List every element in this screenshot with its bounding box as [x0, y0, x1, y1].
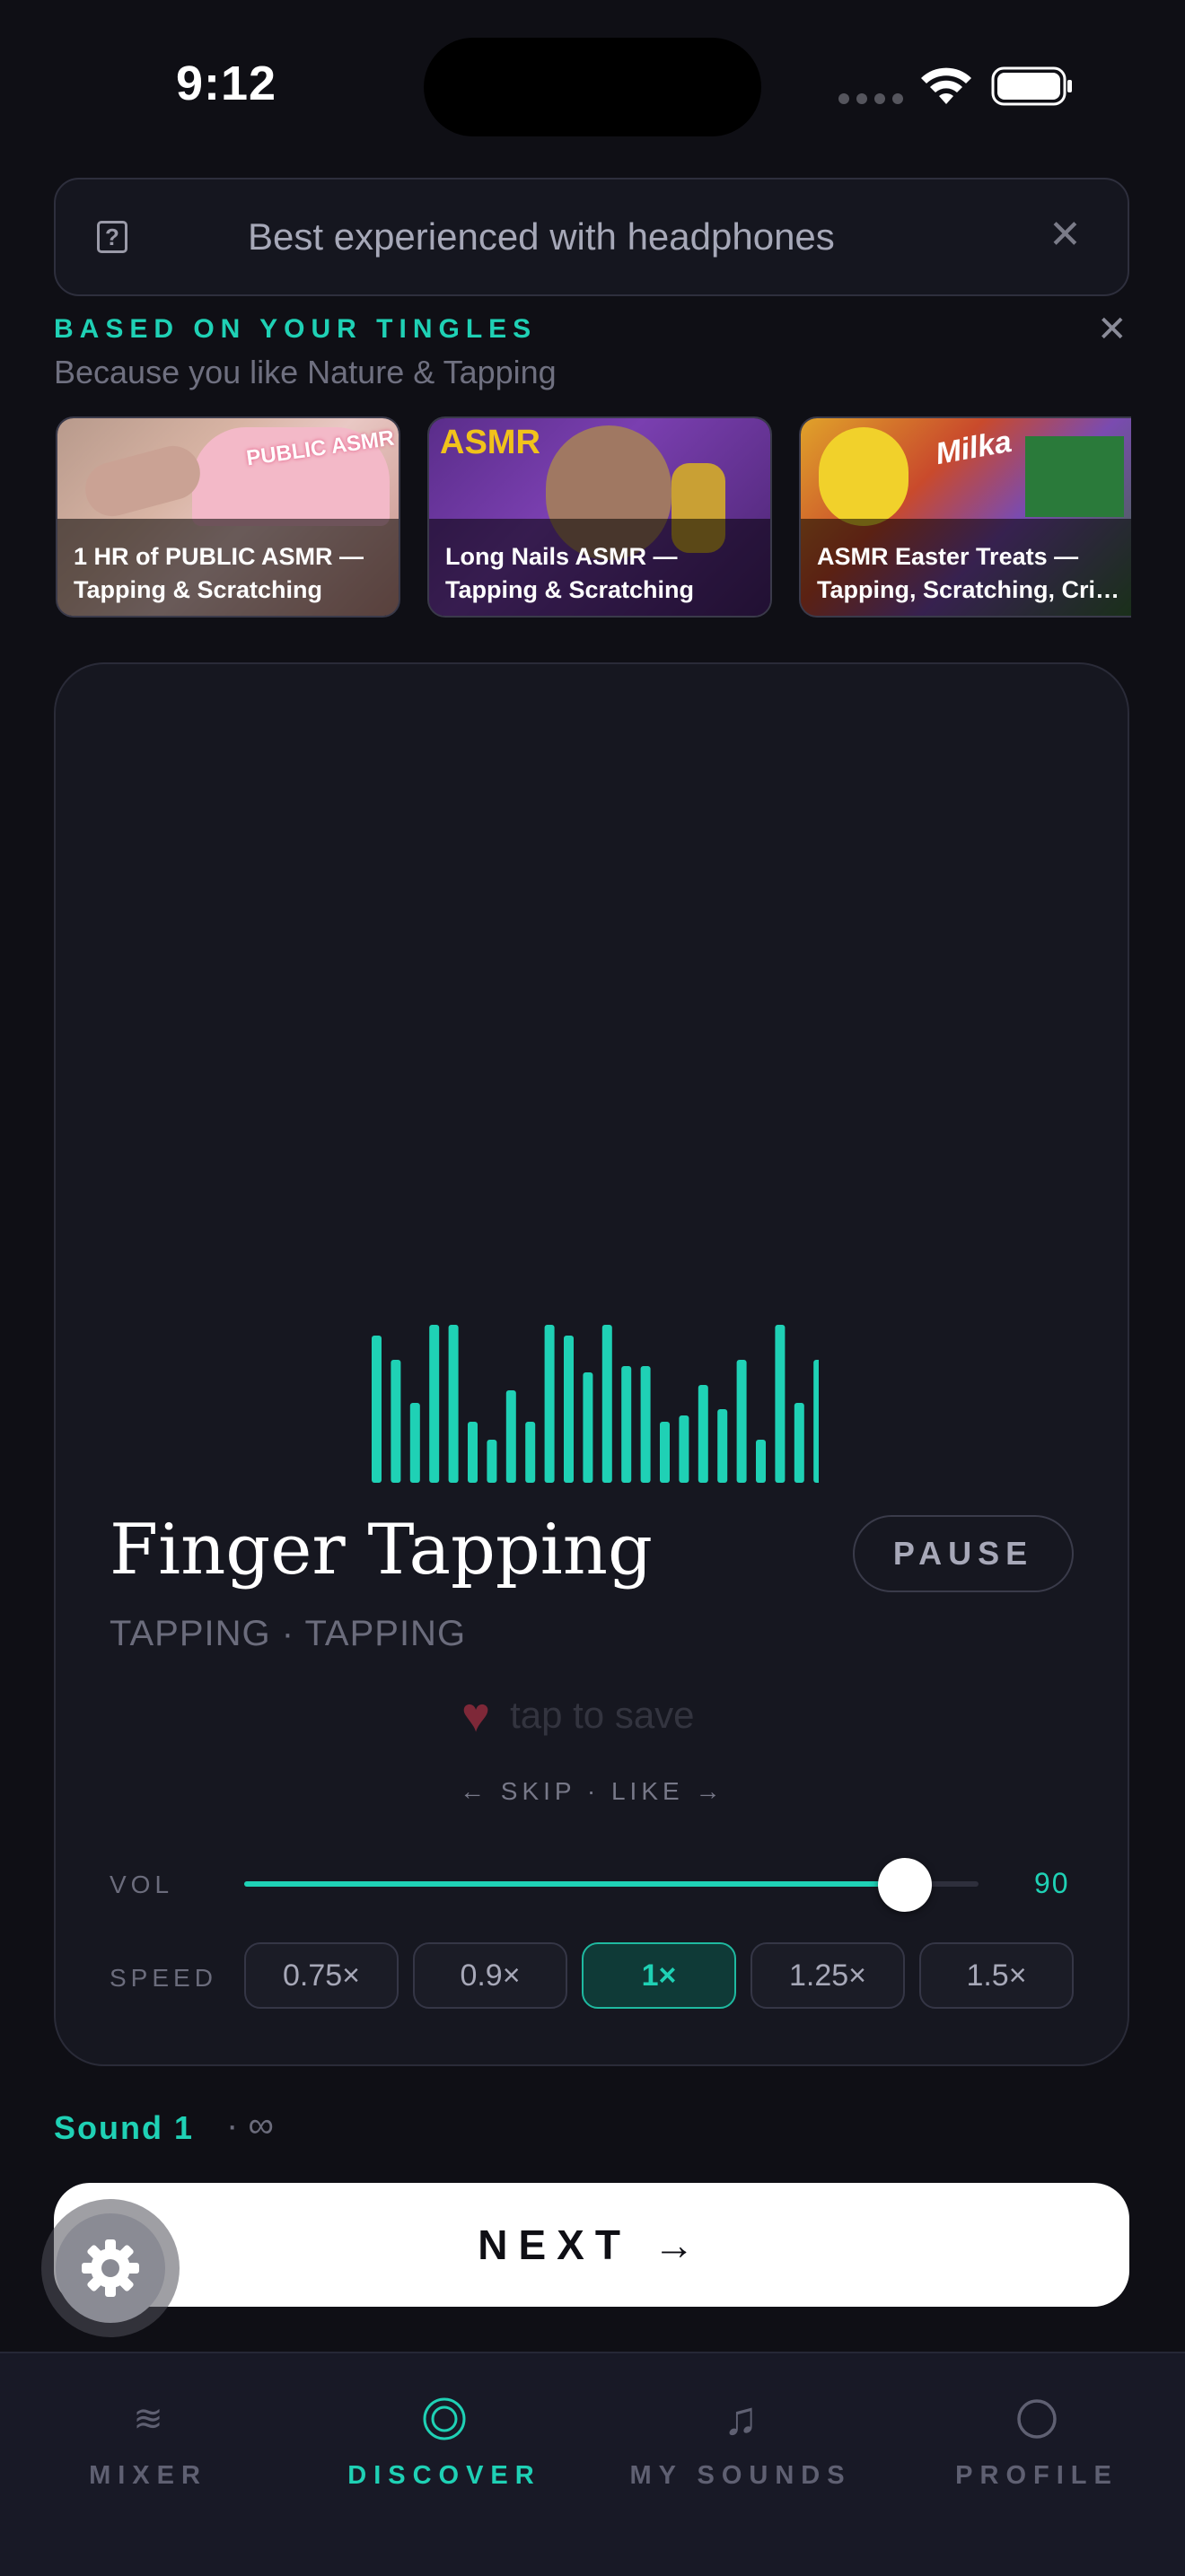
speed-option[interactable]: 1.25× [750, 1942, 905, 2009]
thumbnail-badge: ASMR [440, 424, 540, 461]
card-title: ASMR Easter Treats — Tapping, Scratching… [817, 543, 1120, 603]
sound-label: Sound 1 [54, 2109, 194, 2146]
battery-icon [991, 66, 1072, 106]
tab-discover[interactable]: DISCOVER [296, 2388, 592, 2491]
section-subtitle: Because you like Nature & Tapping [54, 354, 557, 390]
dynamic-island [424, 38, 761, 136]
status-time: 9:12 [176, 57, 277, 110]
track-tags: TAPPING · TAPPING [110, 1614, 467, 1653]
waveform-bar [448, 1325, 459, 1483]
volume-slider-fill [244, 1881, 905, 1887]
waveform-bar [391, 1360, 401, 1483]
recommendation-card[interactable]: Milka ASMR Easter Treats — Tapping, Scra… [799, 416, 1131, 618]
waveform-bar [544, 1325, 555, 1483]
speed-option-selected[interactable]: 1× [582, 1942, 736, 2009]
waveform-bar [429, 1325, 440, 1483]
waveform-bar [409, 1403, 420, 1483]
gear-icon [82, 2239, 139, 2297]
loop-indicator: · ∞ [226, 2106, 274, 2145]
volume-value: 90 [1034, 1867, 1070, 1899]
waveform-bar [717, 1409, 728, 1483]
tab-mixer[interactable]: ≋ MIXER [0, 2388, 296, 2491]
waveform-bar [621, 1366, 632, 1483]
waveform-bar [487, 1440, 497, 1483]
speed-option[interactable]: 0.75× [244, 1942, 399, 2009]
target-icon [296, 2388, 592, 2450]
speed-option[interactable]: 1.5× [919, 1942, 1074, 2009]
settings-button[interactable] [56, 2213, 165, 2323]
waveform-bar [756, 1440, 766, 1483]
waveform-bar [736, 1360, 747, 1483]
card-title: Long Nails ASMR — Tapping & Scratching [445, 543, 695, 603]
heart-icon[interactable]: ♥ [461, 1691, 490, 1739]
waveform-bar [601, 1325, 612, 1483]
wifi-icon [921, 67, 971, 104]
waveform-bar [468, 1422, 478, 1483]
skip-like-hint: ← SKIP · LIKE → [460, 1777, 725, 1805]
waveform-bar [525, 1422, 536, 1483]
waveform-bar [660, 1422, 670, 1483]
wave-icon: ≋ [133, 2399, 163, 2439]
close-icon[interactable]: ✕ [1049, 212, 1082, 258]
recommendation-card[interactable]: PUBLIC ASMR 1 HR of PUBLIC ASMR — Tappin… [56, 416, 400, 618]
waveform-bar [564, 1336, 574, 1483]
track-title: Finger Tapping [110, 1510, 653, 1590]
circle-icon [889, 2388, 1185, 2450]
waveform-bar [372, 1336, 382, 1483]
tab-profile[interactable]: PROFILE [889, 2388, 1185, 2491]
pause-button[interactable]: PAUSE [853, 1515, 1074, 1592]
waveform-bar [813, 1360, 819, 1483]
save-action[interactable]: ♥ tap to save [461, 1691, 695, 1739]
waveform-bar [640, 1366, 651, 1483]
question-icon[interactable]: ? [97, 221, 127, 253]
waveform-bar [583, 1372, 593, 1483]
headphones-banner: ? Best experienced with headphones ✕ [54, 178, 1129, 296]
cellular-signal-icon [838, 93, 903, 104]
waveform-visualizer [372, 1325, 819, 1483]
volume-slider-thumb[interactable] [878, 1858, 932, 1912]
waveform-bar [794, 1403, 804, 1483]
save-text: tap to save [510, 1694, 695, 1736]
tab-my-sounds[interactable]: ♫ MY SOUNDS [592, 2388, 889, 2491]
next-button[interactable]: NEXT → [54, 2183, 1129, 2307]
speed-option[interactable]: 0.9× [413, 1942, 567, 2009]
recommendation-card[interactable]: ASMR Long Nails ASMR — Tapping & Scratch… [427, 416, 772, 618]
waveform-bar [505, 1390, 516, 1483]
waveform-bar [679, 1415, 689, 1483]
speed-label: SPEED [110, 1964, 217, 1992]
card-title: 1 HR of PUBLIC ASMR — Tapping & Scratchi… [74, 543, 364, 603]
waveform-bar [698, 1385, 708, 1483]
banner-text: Best experienced with headphones [248, 215, 835, 258]
section-title: BASED ON YOUR TINGLES [54, 314, 538, 344]
volume-label: VOL [110, 1871, 174, 1898]
waveform-bar [775, 1325, 786, 1483]
close-icon[interactable]: ✕ [1097, 309, 1128, 350]
music-note-icon: ♫ [723, 2393, 759, 2445]
